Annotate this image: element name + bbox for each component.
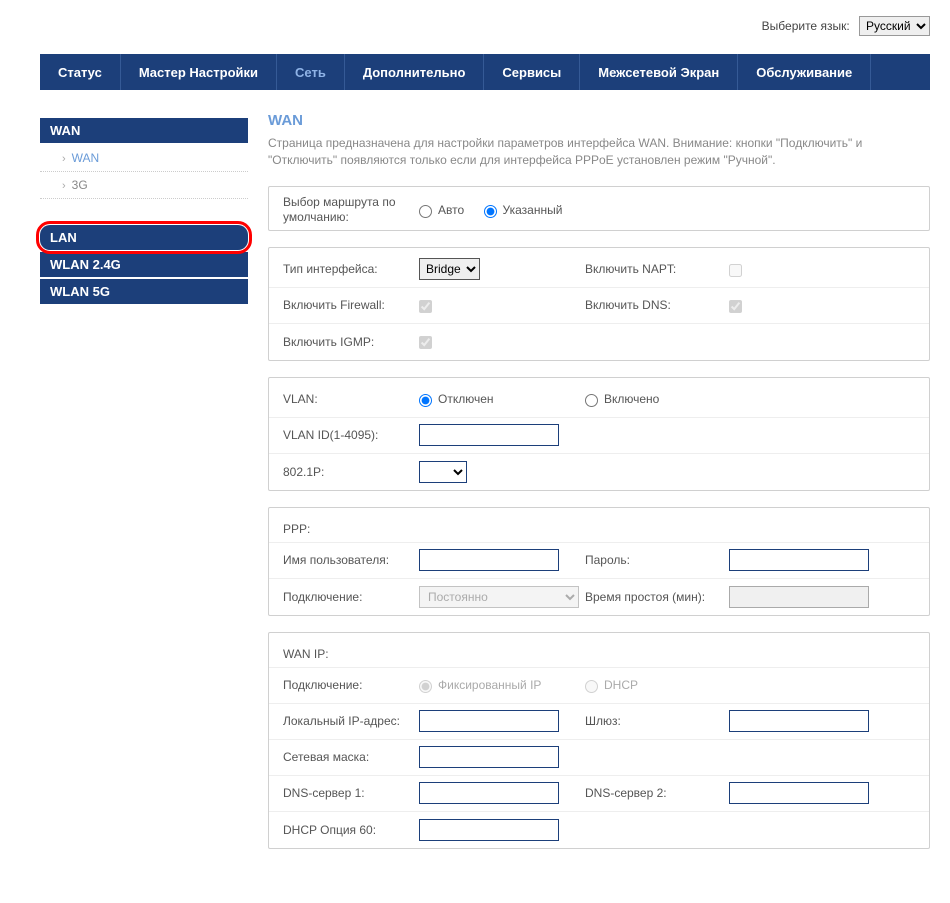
firewall-label: Включить Firewall:: [269, 298, 419, 312]
language-select[interactable]: Русский: [859, 16, 930, 36]
dns1-label: DNS-сервер 1:: [269, 786, 419, 800]
default-route-label: Выбор маршрута по умолчанию:: [269, 195, 419, 226]
ppp-idle-input: [729, 586, 869, 608]
vlan-8021p-select[interactable]: [419, 461, 467, 483]
ppp-conn-select: Постоянно: [419, 586, 579, 608]
route-specified-option[interactable]: Указанный: [484, 203, 563, 217]
wanip-fixed-radio: [419, 680, 432, 693]
iftype-select[interactable]: Bridge: [419, 258, 480, 280]
ppp-section-title: PPP:: [269, 512, 929, 543]
igmp-checkbox: [419, 336, 432, 349]
vlan-off-option[interactable]: Отключен: [419, 392, 494, 406]
main-content: WAN Страница предназначена для настройки…: [268, 112, 930, 865]
napt-checkbox: [729, 264, 742, 277]
ppp-conn-label: Подключение:: [269, 590, 419, 604]
vlan-on-radio[interactable]: [585, 394, 598, 407]
dns-checkbox: [729, 300, 742, 313]
gateway-input[interactable]: [729, 710, 869, 732]
ppp-user-input[interactable]: [419, 549, 559, 571]
sidebar-item-wan[interactable]: WAN: [40, 145, 248, 172]
language-bar: Выберите язык: Русский: [40, 12, 930, 54]
nav-status[interactable]: Статус: [40, 54, 121, 90]
panel-wanip: WAN IP: Подключение: Фиксированный IP DH…: [268, 632, 930, 849]
wanip-dhcp-radio: [585, 680, 598, 693]
panel-ppp: PPP: Имя пользователя: Пароль: Подключен…: [268, 507, 930, 616]
dhcp-opt60-input[interactable]: [419, 819, 559, 841]
wanip-fixed-option: Фиксированный IP: [419, 678, 541, 692]
nav-firewall[interactable]: Межсетевой Экран: [580, 54, 738, 90]
netmask-input[interactable]: [419, 746, 559, 768]
panel-vlan: VLAN: Отключен Включено VLAN ID(1-4095):…: [268, 377, 930, 491]
route-specified-radio[interactable]: [484, 205, 497, 218]
wanip-dhcp-option: DHCP: [585, 678, 638, 692]
sidebar-item-3g[interactable]: 3G: [40, 172, 248, 199]
panel-interface: Тип интерфейса: Bridge Включить NAPT: Вк…: [268, 247, 930, 361]
vlan-off-radio[interactable]: [419, 394, 432, 407]
dhcp-opt60-label: DHCP Опция 60:: [269, 823, 419, 837]
iftype-label: Тип интерфейса:: [269, 262, 419, 276]
panel-default-route: Выбор маршрута по умолчанию: Авто Указан…: [268, 186, 930, 231]
sidebar-cat-wlan5[interactable]: WLAN 5G: [40, 279, 248, 304]
firewall-checkbox: [419, 300, 432, 313]
sidebar-cat-wlan24[interactable]: WLAN 2.4G: [40, 252, 248, 277]
ppp-pass-label: Пароль:: [579, 553, 729, 567]
vlan-on-option[interactable]: Включено: [585, 392, 659, 406]
local-ip-label: Локальный IP-адрес:: [269, 714, 419, 728]
local-ip-input[interactable]: [419, 710, 559, 732]
sidebar-cat-wan[interactable]: WAN: [40, 118, 248, 143]
dns2-input[interactable]: [729, 782, 869, 804]
wanip-section-title: WAN IP:: [269, 637, 929, 668]
nav-maintenance[interactable]: Обслуживание: [738, 54, 871, 90]
page-description: Страница предназначена для настройки пар…: [268, 135, 930, 170]
page-title: WAN: [268, 112, 930, 129]
nav-advanced[interactable]: Дополнительно: [345, 54, 485, 90]
dns-label: Включить DNS:: [579, 298, 729, 312]
netmask-label: Сетевая маска:: [269, 750, 419, 764]
vlan-label: VLAN:: [269, 392, 419, 406]
ppp-user-label: Имя пользователя:: [269, 553, 419, 567]
route-auto-option[interactable]: Авто: [419, 203, 464, 217]
dns1-input[interactable]: [419, 782, 559, 804]
language-label: Выберите язык:: [762, 19, 850, 33]
gateway-label: Шлюз:: [579, 714, 729, 728]
top-nav: Статус Мастер Настройки Сеть Дополнитель…: [40, 54, 930, 90]
wanip-conn-label: Подключение:: [269, 678, 419, 692]
napt-label: Включить NAPT:: [579, 262, 729, 276]
ppp-idle-label: Время простоя (мин):: [579, 590, 729, 604]
vlan-id-label: VLAN ID(1-4095):: [269, 428, 419, 442]
route-auto-radio[interactable]: [419, 205, 432, 218]
ppp-pass-input[interactable]: [729, 549, 869, 571]
nav-network[interactable]: Сеть: [277, 54, 345, 90]
nav-wizard[interactable]: Мастер Настройки: [121, 54, 277, 90]
igmp-label: Включить IGMP:: [269, 335, 419, 349]
vlan-8021p-label: 802.1P:: [269, 465, 419, 479]
nav-services[interactable]: Сервисы: [484, 54, 580, 90]
dns2-label: DNS-сервер 2:: [579, 786, 729, 800]
vlan-id-input[interactable]: [419, 424, 559, 446]
sidebar-cat-lan[interactable]: LAN: [40, 225, 248, 250]
sidebar: WAN WAN 3G LAN WLAN 2.4G WLAN 5G: [40, 112, 248, 865]
